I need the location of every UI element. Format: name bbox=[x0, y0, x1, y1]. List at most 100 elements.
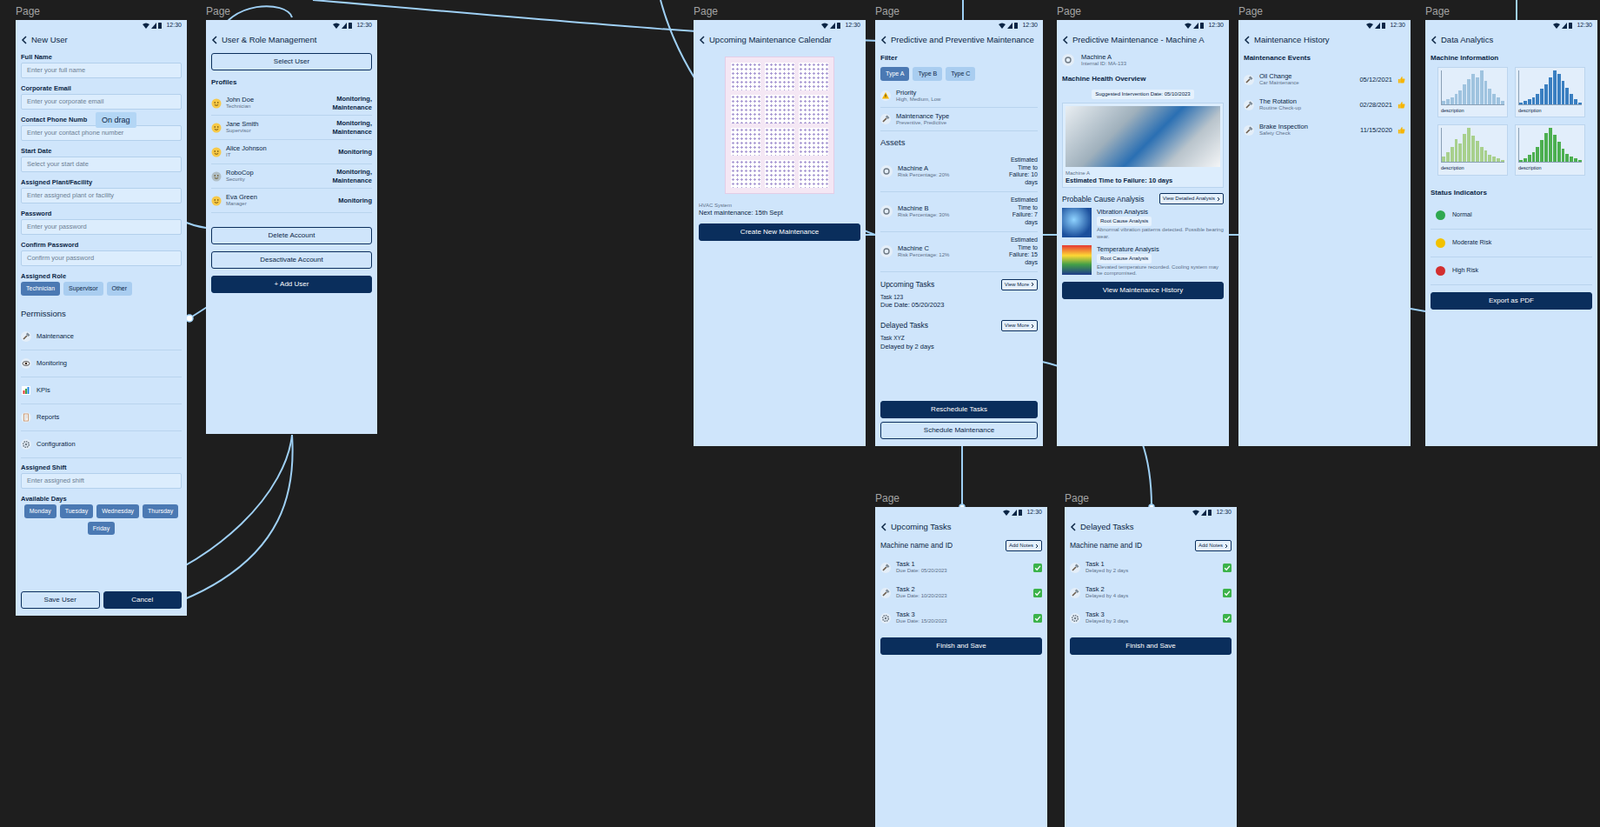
history-button[interactable]: View Maintenance History bbox=[1062, 281, 1224, 299]
type-chip[interactable]: Type C bbox=[945, 66, 976, 81]
back-arrow-icon[interactable] bbox=[1243, 35, 1250, 45]
role-chip[interactable]: Supervisor bbox=[63, 281, 103, 296]
form-input[interactable] bbox=[20, 250, 182, 266]
chart-bar bbox=[1532, 152, 1536, 163]
add-notes-button[interactable]: Add Notes bbox=[1005, 539, 1043, 552]
type-chip[interactable]: Type A bbox=[880, 66, 910, 81]
event-row[interactable]: Oil ChangeCar Maintenance05/12/2021 bbox=[1243, 66, 1406, 93]
profile-role: IT bbox=[225, 152, 313, 159]
asset-row[interactable]: Machine BRisk Percentage: 30%Estimated T… bbox=[880, 192, 1038, 233]
task-row[interactable]: Task 1Delayed by 2 days bbox=[1069, 554, 1232, 580]
task-row[interactable]: Task 1Due Date: 05/20/2023 bbox=[880, 554, 1043, 580]
add-notes-button[interactable]: Add Notes bbox=[1195, 539, 1232, 552]
finish-button[interactable]: Finish and Save bbox=[880, 637, 1043, 655]
permission-row[interactable]: Configuration bbox=[20, 431, 182, 459]
cancel-button[interactable]: Cancel bbox=[103, 590, 183, 609]
day-chip[interactable]: Monday bbox=[24, 504, 57, 518]
task-checkbox[interactable] bbox=[1222, 588, 1232, 598]
back-arrow-icon[interactable] bbox=[1069, 522, 1076, 532]
permission-row[interactable]: KPIs bbox=[20, 377, 182, 405]
clock: 12:30 bbox=[1022, 20, 1038, 31]
task-name: Task 1 bbox=[896, 559, 1029, 568]
back-arrow-icon[interactable] bbox=[698, 35, 705, 45]
screen: 12:30Upcoming Maintenance CalendarHVAC S… bbox=[693, 19, 866, 446]
cause-image bbox=[1062, 207, 1092, 238]
save-button[interactable]: Save User bbox=[20, 590, 100, 609]
permission-label: Reports bbox=[36, 411, 60, 422]
cause-row[interactable]: Temperature AnalysisRoot Cause AnalysisE… bbox=[1062, 245, 1224, 277]
create-maintenance-button[interactable]: Create New Maintenance bbox=[698, 223, 861, 241]
task-checkbox[interactable] bbox=[1033, 563, 1043, 572]
form-actions: Save UserCancel bbox=[20, 590, 182, 609]
event-row[interactable]: Brake InspectionSafety Check11/15/2020 bbox=[1243, 117, 1406, 143]
back-arrow-icon[interactable] bbox=[20, 35, 27, 45]
finish-button[interactable]: Finish and Save bbox=[1069, 637, 1232, 655]
permission-row[interactable]: Maintenance bbox=[20, 323, 182, 351]
shift-input[interactable] bbox=[20, 472, 182, 489]
add-user-button[interactable]: + Add User bbox=[211, 275, 372, 293]
chart-bar bbox=[1480, 146, 1484, 162]
machine-photo bbox=[1065, 106, 1221, 167]
chart-bar bbox=[1458, 90, 1462, 105]
asset-row[interactable]: Machine CRisk Percentage: 12%Estimated T… bbox=[880, 232, 1038, 273]
type-chip[interactable]: Type B bbox=[912, 66, 943, 81]
profile-row[interactable]: Jane SmithSupervisorMonitoring, Maintena… bbox=[211, 115, 372, 140]
task-name: Task 3 bbox=[1085, 610, 1218, 618]
task-row[interactable]: Task 2Due Date: 10/20/2023 bbox=[880, 579, 1043, 605]
task-row[interactable]: Task 3Due Date: 15/20/2023 bbox=[880, 604, 1043, 631]
profile-row[interactable]: Alice JohnsonITMonitoring bbox=[211, 139, 372, 165]
back-arrow-icon[interactable] bbox=[1430, 35, 1437, 45]
day-chip[interactable]: Wednesday bbox=[96, 504, 140, 518]
reschedule-button[interactable]: Reschedule Tasks bbox=[880, 400, 1038, 419]
status-icons-icon bbox=[1002, 508, 1024, 516]
form-input[interactable] bbox=[20, 187, 182, 204]
event-row[interactable]: The RotationRoutine Check-up02/28/2021 bbox=[1243, 92, 1406, 118]
day-chip[interactable]: Thursday bbox=[142, 504, 179, 518]
schedule-button[interactable]: Schedule Maintenance bbox=[880, 421, 1038, 439]
form-input[interactable] bbox=[20, 219, 182, 235]
gear-icon bbox=[880, 612, 891, 624]
back-arrow-icon[interactable] bbox=[1062, 35, 1069, 45]
task-detail: Due Date: 15/20/2023 bbox=[896, 617, 1029, 625]
status-bar: 12:30 bbox=[880, 506, 1043, 518]
form-field: Full Name bbox=[20, 53, 182, 79]
filter-row[interactable]: Maintenance TypePreventive, Predictive bbox=[880, 107, 1038, 132]
detailed-analysis-button[interactable]: View Detailed Analysis bbox=[1159, 192, 1224, 205]
day-chip[interactable]: Tuesday bbox=[59, 504, 94, 518]
task-checkbox[interactable] bbox=[1033, 613, 1043, 623]
header: Upcoming Tasks bbox=[880, 517, 1043, 537]
chart-bar bbox=[1462, 84, 1467, 105]
task-row[interactable]: Task 3Delayed by 3 days bbox=[1069, 604, 1232, 631]
view-more-button[interactable]: View More bbox=[1001, 319, 1038, 332]
back-arrow-icon[interactable] bbox=[880, 35, 887, 45]
role-chip[interactable]: Other bbox=[106, 281, 133, 296]
profile-row[interactable]: John DoeTechnicianMonitoring, Maintenanc… bbox=[211, 91, 372, 116]
task-checkbox[interactable] bbox=[1222, 563, 1232, 572]
profile-row[interactable]: Eva GreenManagerMonitoring bbox=[211, 188, 372, 213]
cause-row[interactable]: Vibration AnalysisRoot Cause AnalysisAbn… bbox=[1062, 207, 1224, 240]
delete-button[interactable]: Delete Account bbox=[211, 226, 372, 245]
chart-bar bbox=[1484, 150, 1488, 162]
task-checkbox[interactable] bbox=[1222, 613, 1232, 623]
task-checkbox[interactable] bbox=[1033, 588, 1043, 598]
role-chip[interactable]: Technician bbox=[20, 281, 60, 296]
form-input[interactable] bbox=[20, 62, 182, 79]
profile-name: RoboCop bbox=[225, 168, 313, 177]
task-row[interactable]: Task 2Delayed by 4 days bbox=[1069, 579, 1232, 605]
permission-row[interactable]: Reports bbox=[20, 404, 182, 432]
deactivate-button[interactable]: Desactivate Account bbox=[211, 251, 372, 269]
chevron-icon bbox=[1030, 281, 1035, 287]
select-user-button[interactable]: Select User bbox=[211, 53, 372, 71]
asset-row[interactable]: Machine ARisk Percentage: 20%Estimated T… bbox=[880, 152, 1038, 193]
profile-row[interactable]: RoboCopSecurityMonitoring, Maintenance bbox=[211, 164, 372, 189]
filter-row[interactable]: PriorityHigh, Medium, Low bbox=[880, 84, 1038, 108]
form-input[interactable] bbox=[20, 93, 182, 110]
view-more-button[interactable]: View More bbox=[1001, 278, 1038, 291]
permission-row[interactable]: Monitoring bbox=[20, 350, 182, 378]
profile-role: Supervisor bbox=[225, 127, 313, 134]
back-arrow-icon[interactable] bbox=[880, 522, 887, 532]
back-arrow-icon[interactable] bbox=[211, 35, 218, 45]
export-button[interactable]: Export as PDF bbox=[1430, 292, 1593, 310]
day-chip[interactable]: Friday bbox=[87, 521, 115, 536]
form-input[interactable] bbox=[20, 156, 182, 173]
